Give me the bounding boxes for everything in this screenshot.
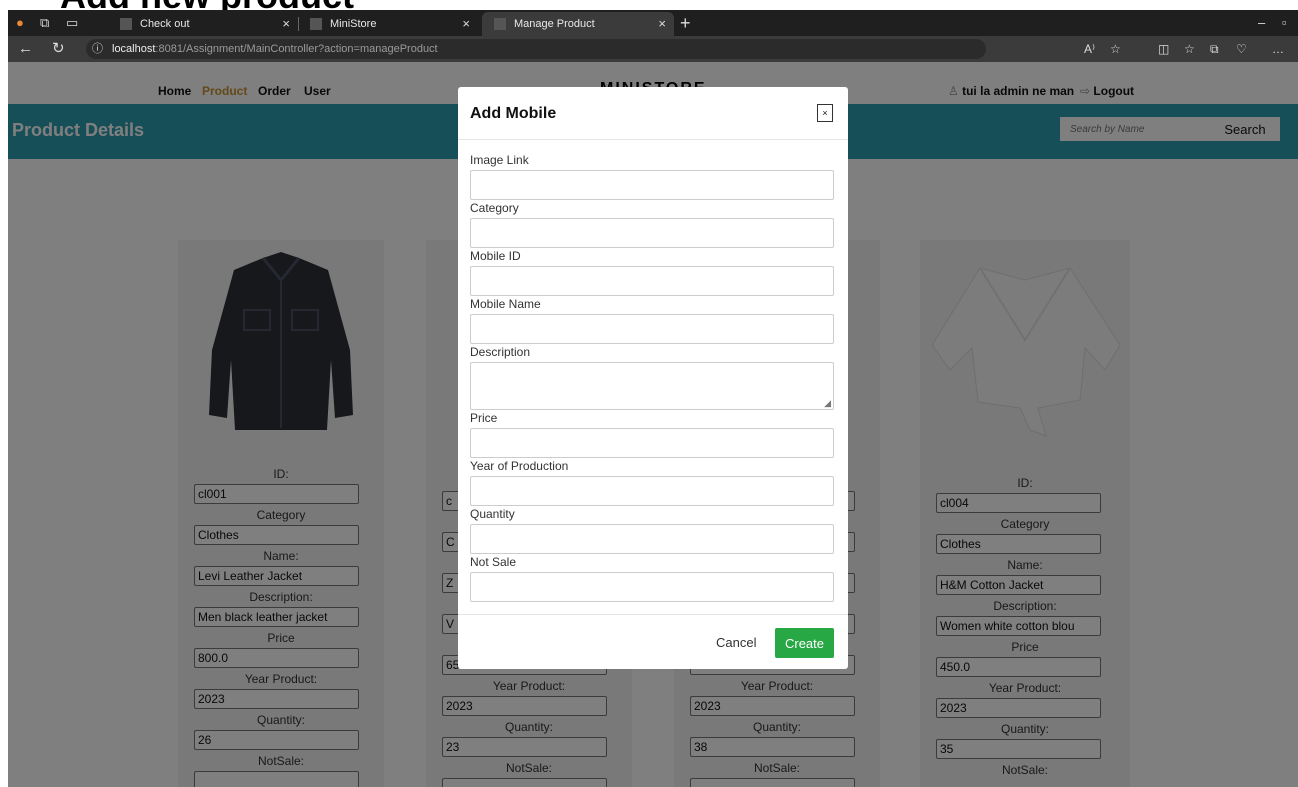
price-label: Price bbox=[470, 411, 498, 425]
favorite-star-icon[interactable]: ☆ bbox=[1110, 39, 1121, 59]
close-tab-icon[interactable]: × bbox=[462, 12, 470, 36]
url-host: localhost bbox=[112, 43, 156, 55]
tab-title: MiniStore bbox=[330, 18, 377, 30]
back-icon[interactable]: ← bbox=[18, 39, 33, 59]
web-page: Home Product Order User MINISTORE ♙ tui … bbox=[8, 62, 1298, 787]
modal-header: Add Mobile × bbox=[458, 87, 848, 140]
not-sale-input[interactable] bbox=[470, 572, 834, 602]
category-input[interactable] bbox=[470, 218, 834, 248]
favicon-icon bbox=[120, 18, 132, 30]
slide-heading-text: Add new product bbox=[60, 0, 354, 10]
year-input[interactable] bbox=[470, 476, 834, 506]
tab-title: Check out bbox=[140, 18, 190, 30]
modal-footer: Cancel Create bbox=[458, 614, 848, 670]
tab-title: Manage Product bbox=[514, 18, 595, 30]
quantity-label: Quantity bbox=[470, 507, 515, 521]
tab-ministore[interactable]: MiniStore × bbox=[298, 12, 478, 36]
address-bar[interactable]: ⓘ localhost:8081/Assignment/MainControll… bbox=[86, 39, 986, 59]
image-link-input[interactable] bbox=[470, 170, 834, 200]
browser-window: ● ⧉ ▭ Check out × MiniStore × Manage Pro… bbox=[8, 10, 1298, 787]
modal-title: Add Mobile bbox=[470, 105, 557, 122]
tab-check-out[interactable]: Check out × bbox=[108, 12, 298, 36]
mobile-id-input[interactable] bbox=[470, 266, 834, 296]
not-sale-label: Not Sale bbox=[470, 555, 517, 569]
quantity-input[interactable] bbox=[470, 524, 834, 554]
mobile-id-label: Mobile ID bbox=[470, 249, 521, 263]
price-input[interactable] bbox=[470, 428, 834, 458]
description-label: Description bbox=[470, 345, 531, 359]
site-info-icon[interactable]: ⓘ bbox=[92, 39, 103, 59]
resize-handle-icon[interactable]: ◢ bbox=[824, 398, 831, 409]
add-mobile-modal: Add Mobile × Image Link Category Mobile … bbox=[458, 87, 848, 669]
split-screen-icon[interactable]: ◫ bbox=[1158, 39, 1169, 59]
more-options-icon[interactable]: … bbox=[1272, 39, 1284, 59]
mobile-name-input[interactable] bbox=[470, 314, 834, 344]
close-icon[interactable]: × bbox=[817, 104, 833, 122]
tab-bar: ● ⧉ ▭ Check out × MiniStore × Manage Pro… bbox=[8, 10, 1298, 36]
workspaces-icon[interactable]: ⧉ bbox=[40, 13, 49, 33]
description-textarea[interactable]: ◢ bbox=[470, 362, 834, 410]
tab-actions-icon[interactable]: ▭ bbox=[66, 13, 78, 33]
minimize-icon[interactable]: – bbox=[1258, 13, 1265, 33]
cancel-button[interactable]: Cancel bbox=[716, 635, 756, 650]
browser-essentials-icon[interactable]: ♡ bbox=[1236, 39, 1247, 59]
favicon-icon bbox=[310, 18, 322, 30]
address-toolbar: ← ↻ ⓘ localhost:8081/Assignment/MainCont… bbox=[8, 36, 1298, 62]
restore-icon[interactable]: ▫ bbox=[1282, 13, 1287, 33]
close-tab-icon[interactable]: × bbox=[282, 12, 290, 36]
create-button[interactable]: Create bbox=[775, 628, 834, 658]
mobile-name-label: Mobile Name bbox=[470, 297, 541, 311]
favicon-icon bbox=[494, 18, 506, 30]
browser-profile-icon[interactable]: ● bbox=[16, 13, 24, 33]
collections-icon[interactable]: ⧉ bbox=[1210, 39, 1219, 59]
tab-manage-product[interactable]: Manage Product × bbox=[482, 12, 674, 36]
slide-heading: Add new product bbox=[0, 0, 1298, 10]
new-tab-button[interactable]: + bbox=[680, 12, 691, 34]
close-tab-icon[interactable]: × bbox=[658, 12, 666, 36]
refresh-icon[interactable]: ↻ bbox=[52, 39, 65, 59]
url-text: localhost:8081/Assignment/MainController… bbox=[112, 39, 438, 59]
favorites-icon[interactable]: ☆ bbox=[1184, 39, 1195, 59]
image-link-label: Image Link bbox=[470, 153, 529, 167]
url-path: :8081/Assignment/MainController?action=m… bbox=[155, 43, 438, 55]
year-label: Year of Production bbox=[470, 459, 569, 473]
read-aloud-icon[interactable]: A⁾ bbox=[1084, 39, 1095, 59]
category-label: Category bbox=[470, 201, 519, 215]
